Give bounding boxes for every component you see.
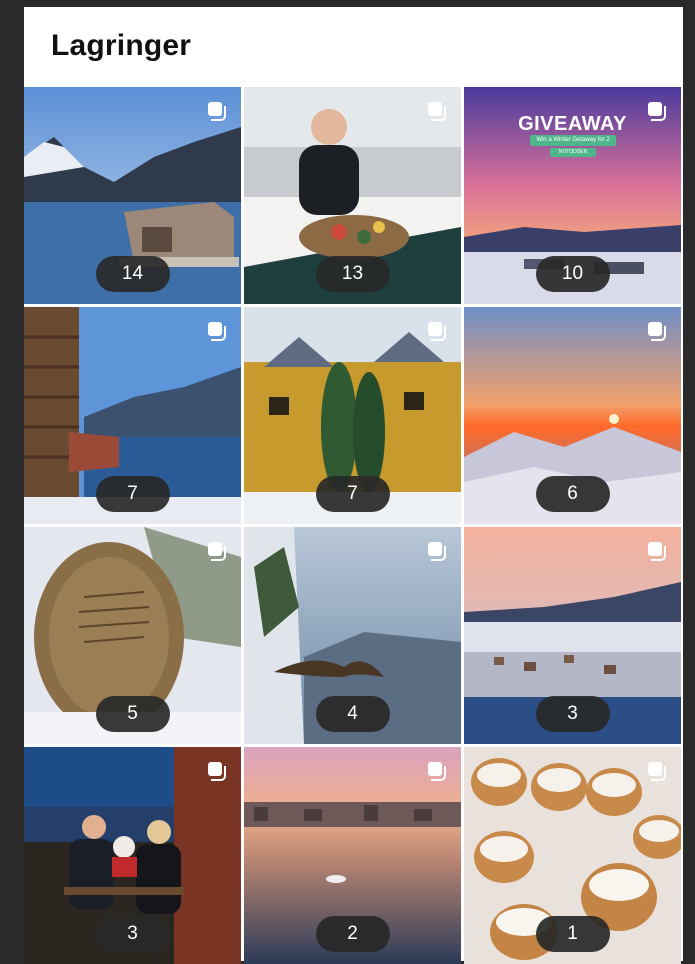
saved-post-tile[interactable]: 13 [244,87,461,304]
photo-count-badge: 1 [535,916,610,952]
photo-count-badge: 14 [95,256,170,292]
multiple-photos-icon [427,761,447,781]
photo-count-badge: 3 [535,696,610,732]
saved-post-tile[interactable]: 1 [464,747,681,964]
photo-count-badge: 13 [315,256,390,292]
multiple-photos-icon [427,321,447,341]
saved-post-tile[interactable]: GIVEAWAY Win a Winter Getaway for 2 NOTO… [464,87,681,304]
photo-count-badge: 10 [535,256,610,292]
saved-post-tile[interactable]: 3 [464,527,681,744]
giveaway-tag: NOTODDEN [550,148,596,157]
saved-posts-grid: 14 13 GIVEAWAY Win a Winter Getaway for … [24,87,683,964]
multiple-photos-icon [647,761,667,781]
multiple-photos-icon [427,101,447,121]
multiple-photos-icon [207,101,227,121]
multiple-photos-icon [207,321,227,341]
photo-count-badge: 6 [535,476,610,512]
saved-post-tile[interactable]: 7 [24,307,241,524]
header: Lagringer [24,7,683,87]
saved-post-tile[interactable]: 3 [24,747,241,964]
multiple-photos-icon [647,101,667,121]
saved-post-tile[interactable]: 2 [244,747,461,964]
saved-post-tile[interactable]: 6 [464,307,681,524]
saved-post-tile[interactable]: 14 [24,87,241,304]
page-title: Lagringer [51,29,192,62]
multiple-photos-icon [207,761,227,781]
photo-count-badge: 2 [315,916,390,952]
multiple-photos-icon [647,321,667,341]
saved-post-tile[interactable]: 4 [244,527,461,744]
saved-collection-screen: Lagringer 14 13 GIVEAWAY Win a Winter Ge… [24,7,683,964]
photo-count-badge: 7 [315,476,390,512]
multiple-photos-icon [427,541,447,561]
saved-post-tile[interactable]: 5 [24,527,241,744]
multiple-photos-icon [647,541,667,561]
giveaway-subtitle: Win a Winter Getaway for 2 [530,135,616,146]
saved-post-tile[interactable]: 7 [244,307,461,524]
photo-count-badge: 7 [95,476,170,512]
multiple-photos-icon [207,541,227,561]
photo-count-badge: 5 [95,696,170,732]
photo-count-badge: 3 [95,916,170,952]
photo-count-badge: 4 [315,696,390,732]
